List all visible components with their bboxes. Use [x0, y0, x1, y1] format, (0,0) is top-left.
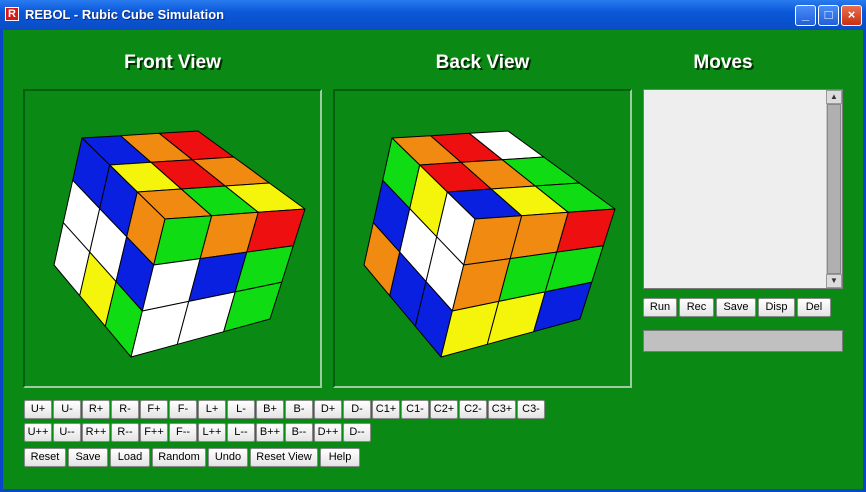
move-button-dplus[interactable]: D+ — [314, 400, 342, 419]
move-button-uminus[interactable]: U- — [53, 400, 81, 419]
move-button-fplusplus[interactable]: F++ — [140, 423, 168, 442]
back-view-panel[interactable] — [333, 89, 632, 388]
move-button-uplusplus[interactable]: U++ — [24, 423, 52, 442]
move-button-rminusminus[interactable]: R-- — [111, 423, 139, 442]
close-button[interactable]: × — [841, 5, 862, 26]
moves-button-run[interactable]: Run — [643, 298, 677, 317]
moves-list[interactable]: ▲ ▼ — [643, 89, 843, 289]
front-cube[interactable] — [25, 91, 320, 386]
front-view-heading: Front View — [124, 52, 221, 73]
moves-button-disp[interactable]: Disp — [758, 298, 795, 317]
window-title: REBOL - Rubic Cube Simulation — [25, 7, 225, 22]
moves-button-rec[interactable]: Rec — [679, 298, 714, 317]
move-button-dplusplus[interactable]: D++ — [314, 423, 342, 442]
title-bar[interactable]: R REBOL - Rubic Cube Simulation _ □ × — [0, 0, 866, 30]
move-button-dminusminus[interactable]: D-- — [343, 423, 371, 442]
move-button-bplus[interactable]: B+ — [256, 400, 284, 419]
move-button-lminusminus[interactable]: L-- — [227, 423, 255, 442]
action-button-undo[interactable]: Undo — [208, 448, 248, 467]
move-button-bminus[interactable]: B- — [285, 400, 313, 419]
move-button-c3plus[interactable]: C3+ — [488, 400, 516, 419]
action-button-help[interactable]: Help — [320, 448, 360, 467]
front-view-panel[interactable] — [23, 89, 322, 388]
move-button-bminusminus[interactable]: B-- — [285, 423, 313, 442]
moves-scrollbar[interactable]: ▲ ▼ — [826, 90, 842, 288]
move-button-c3minus[interactable]: C3- — [517, 400, 545, 419]
scroll-up-arrow-icon[interactable]: ▲ — [826, 90, 842, 104]
move-button-c1minus[interactable]: C1- — [401, 400, 429, 419]
move-button-fminus[interactable]: F- — [169, 400, 197, 419]
move-button-uminusminus[interactable]: U-- — [53, 423, 81, 442]
maximize-button[interactable]: □ — [818, 5, 839, 26]
action-button-reset-view[interactable]: Reset View — [250, 448, 318, 467]
move-button-uplus[interactable]: U+ — [24, 400, 52, 419]
back-view-heading: Back View — [435, 52, 530, 73]
moves-button-save[interactable]: Save — [716, 298, 756, 317]
move-button-rplus[interactable]: R+ — [82, 400, 110, 419]
move-button-rminus[interactable]: R- — [111, 400, 139, 419]
move-button-lplusplus[interactable]: L++ — [198, 423, 226, 442]
back-cube[interactable] — [335, 91, 630, 386]
move-button-c2plus[interactable]: C2+ — [430, 400, 458, 419]
action-button-save[interactable]: Save — [68, 448, 108, 467]
move-button-fplus[interactable]: F+ — [140, 400, 168, 419]
app-icon: R — [5, 7, 19, 21]
move-button-bplusplus[interactable]: B++ — [256, 423, 284, 442]
action-button-load[interactable]: Load — [110, 448, 150, 467]
move-button-c1plus[interactable]: C1+ — [372, 400, 400, 419]
minimize-button[interactable]: _ — [795, 5, 816, 26]
move-button-dminus[interactable]: D- — [343, 400, 371, 419]
move-input-field[interactable] — [643, 330, 843, 352]
move-button-rplusplus[interactable]: R++ — [82, 423, 110, 442]
move-button-lminus[interactable]: L- — [227, 400, 255, 419]
moves-heading: Moves — [693, 52, 753, 73]
action-button-random[interactable]: Random — [152, 448, 206, 467]
action-button-reset[interactable]: Reset — [24, 448, 66, 467]
move-button-c2minus[interactable]: C2- — [459, 400, 487, 419]
moves-button-del[interactable]: Del — [797, 298, 831, 317]
move-button-lplus[interactable]: L+ — [198, 400, 226, 419]
scroll-down-arrow-icon[interactable]: ▼ — [826, 274, 842, 288]
scroll-thumb[interactable] — [827, 104, 841, 274]
move-button-fminusminus[interactable]: F-- — [169, 423, 197, 442]
